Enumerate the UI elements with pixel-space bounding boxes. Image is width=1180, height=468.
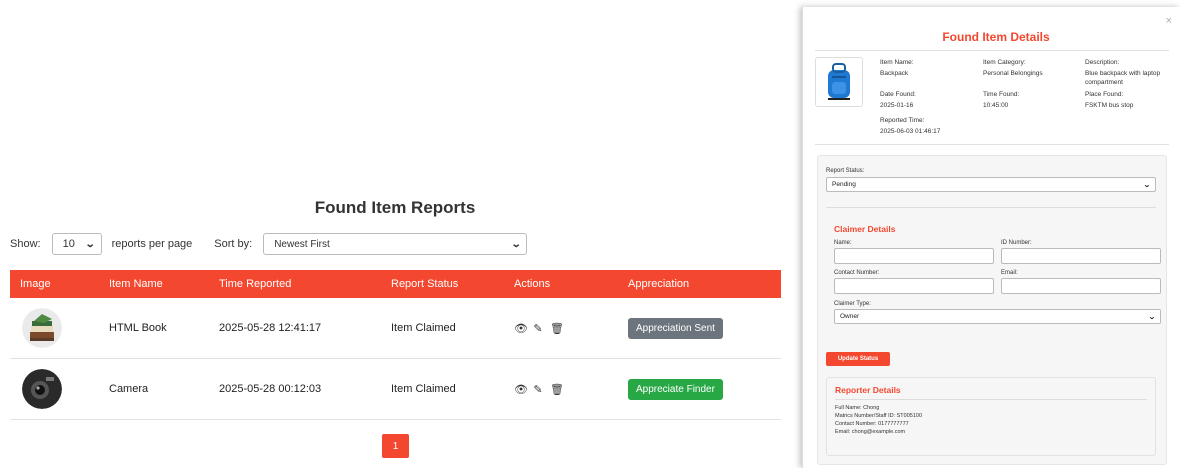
pagination-page-1[interactable]: 1 [382, 434, 409, 458]
table-row: HTML Book 2025-05-28 12:41:17 Item Claim… [10, 298, 781, 359]
column-header-actions: Actions [514, 278, 551, 290]
reporter-matrics: Matrics Number/Staff ID: ST005100 [835, 413, 923, 419]
chevron-down-icon: ⌄ [1148, 313, 1156, 321]
list-controls: Show: 10 ⌄ reports per page Sort by: New… [10, 233, 528, 255]
found-item-details-modal: × Found Item Details Item Name: Backpack… [802, 7, 1180, 468]
reporter-details: Reporter Details Full Name: Chong Matric… [826, 377, 1156, 456]
row-actions: 👁 ✎ 🗑 [514, 383, 628, 396]
column-header-time-reported: Time Reported [219, 278, 292, 290]
appreciate-finder-button[interactable]: Appreciate Finder [628, 378, 723, 400]
appreciation-sent-button[interactable]: Appreciation Sent [628, 317, 723, 339]
show-label: Show: [10, 238, 41, 250]
divider [835, 399, 1147, 400]
edit-icon[interactable]: ✎ [532, 322, 544, 335]
reports-table: Image Item Name Time Reported Report Sta… [10, 270, 781, 420]
divider [826, 207, 1156, 208]
trash-icon[interactable]: 🗑 [550, 383, 564, 396]
claimer-type-select[interactable]: Owner ⌄ [834, 309, 1161, 324]
close-icon[interactable]: × [1166, 15, 1172, 27]
trash-icon[interactable]: 🗑 [550, 322, 564, 335]
chevron-down-icon: ⌄ [84, 238, 96, 250]
view-eye-icon[interactable]: 👁 [514, 383, 528, 396]
sort-label: Sort by: [214, 238, 253, 250]
reported-time-detail: Reported Time: 2025-06-03 01:46:17 [880, 117, 941, 135]
report-status-label: Report Status: [826, 168, 865, 174]
reporter-email: Email: chong@example.com [835, 429, 906, 435]
per-page-suffix: reports per page [111, 238, 193, 250]
item-name-cell: Camera [109, 383, 149, 395]
reporter-full-name: Full Name: Chong [835, 405, 880, 411]
chevron-down-icon: ⌄ [510, 238, 522, 250]
page: Found Item Reports Show: 10 ⌄ reports pe… [0, 0, 1180, 468]
per-page-value: 10 [62, 238, 75, 250]
divider [815, 144, 1169, 145]
report-status-form: Report Status: Pending ⌄ Claimer Details… [817, 155, 1167, 465]
page-title: Found Item Reports [314, 198, 476, 217]
books-thumbnail[interactable] [22, 308, 62, 348]
view-eye-icon[interactable]: 👁 [514, 322, 528, 335]
column-header-image: Image [20, 278, 51, 290]
claimer-type-label: Claimer Type: [834, 301, 871, 307]
place-found-detail: Place Found: FSKTM bus stop [1085, 91, 1134, 109]
backpack-image [815, 57, 863, 107]
claimer-details-title: Claimer Details [834, 224, 896, 234]
report-status-value: Pending [832, 181, 856, 188]
claimer-name-label: Name: [834, 240, 852, 246]
claimer-email-input[interactable] [1001, 278, 1161, 294]
item-name-detail: Item Name: Backpack [880, 59, 914, 77]
camera-thumbnail[interactable] [22, 369, 62, 409]
claimer-contact-input[interactable] [834, 278, 994, 294]
date-found-detail: Date Found: 2025-01-16 [880, 91, 916, 109]
reporter-contact: Contact Number: 0177777777 [835, 421, 909, 427]
report-status-select[interactable]: Pending ⌄ [826, 177, 1156, 192]
column-header-report-status: Report Status [391, 278, 459, 290]
item-name-cell: HTML Book [109, 322, 167, 334]
update-status-button[interactable]: Update Status [826, 352, 890, 366]
claimer-contact-label: Contact Number: [834, 270, 880, 276]
modal-title: Found Item Details [942, 30, 1050, 44]
time-found-detail: Time Found: 10:45:00 [983, 91, 1020, 109]
claimer-email-label: Email: [1001, 270, 1018, 276]
divider [815, 50, 1169, 51]
time-reported-cell: 2025-05-28 00:12:03 [219, 383, 322, 395]
description-detail: Description: Blue backpack with laptop c… [1085, 59, 1161, 86]
table-row: Camera 2025-05-28 00:12:03 Item Claimed … [10, 359, 781, 420]
column-header-item-name: Item Name [109, 278, 163, 290]
table-header: Image Item Name Time Reported Report Sta… [10, 270, 781, 298]
chevron-down-icon: ⌄ [1143, 181, 1151, 189]
claimer-id-input[interactable] [1001, 248, 1161, 264]
item-category-detail: Item Category: Personal Belongings [983, 59, 1043, 77]
sort-value: Newest First [274, 238, 330, 250]
per-page-select[interactable]: 10 ⌄ [51, 233, 102, 255]
time-reported-cell: 2025-05-28 12:41:17 [219, 322, 322, 334]
claimer-name-input[interactable] [834, 248, 994, 264]
report-status-cell: Item Claimed [391, 322, 456, 334]
claimer-type-value: Owner [840, 313, 860, 320]
report-status-cell: Item Claimed [391, 383, 456, 395]
row-actions: 👁 ✎ 🗑 [514, 322, 628, 335]
column-header-appreciation: Appreciation [628, 278, 690, 290]
claimer-id-label: ID Number: [1001, 240, 1032, 246]
sort-select[interactable]: Newest First ⌄ [263, 233, 528, 255]
reporter-details-title: Reporter Details [835, 385, 901, 395]
edit-icon[interactable]: ✎ [532, 383, 544, 396]
